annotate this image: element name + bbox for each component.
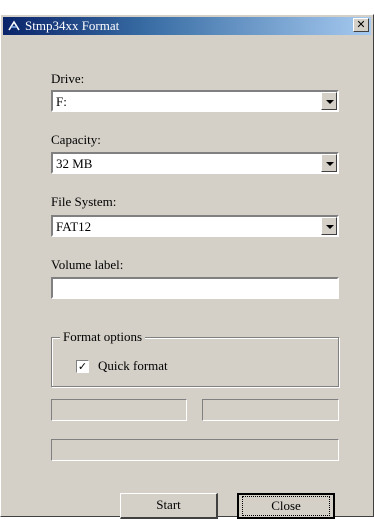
- drive-value: F:: [56, 94, 67, 109]
- window-title: Stmp34xx Format: [25, 18, 120, 33]
- drive-dropdown-button[interactable]: [321, 92, 337, 110]
- format-options-legend: Format options: [60, 329, 146, 345]
- format-options-group: Format options ✓ Quick format: [51, 329, 339, 387]
- chevron-down-icon: [326, 225, 334, 229]
- drive-select[interactable]: F:: [51, 90, 339, 112]
- quick-format-label[interactable]: Quick format: [98, 358, 168, 374]
- capacity-value: 32 MB: [56, 156, 93, 171]
- quick-format-checkbox[interactable]: ✓: [76, 360, 89, 373]
- filesystem-label: File System:: [51, 194, 117, 209]
- close-icon[interactable]: ✕: [353, 18, 369, 32]
- filesystem-select[interactable]: FAT12: [51, 215, 339, 237]
- start-button[interactable]: Start: [120, 493, 218, 519]
- volume-label-input[interactable]: [51, 277, 339, 299]
- stmp-app-icon: [8, 20, 20, 31]
- status-panel-left: [51, 399, 187, 421]
- capacity-dropdown-button[interactable]: [321, 154, 337, 172]
- volume-label: Volume label:: [51, 257, 124, 272]
- format-dialog: Stmp34xx Format ✕ Drive: F: Capacity: 32…: [0, 14, 374, 519]
- progress-bar: [51, 439, 339, 461]
- checkmark-icon: ✓: [77, 360, 88, 373]
- capacity-label: Capacity:: [51, 132, 101, 147]
- chevron-down-icon: [326, 162, 334, 166]
- filesystem-dropdown-button[interactable]: [321, 217, 337, 235]
- title-bar[interactable]: Stmp34xx Format ✕: [3, 17, 371, 35]
- capacity-select[interactable]: 32 MB: [51, 152, 339, 174]
- close-button[interactable]: Close: [237, 493, 335, 519]
- drive-label: Drive:: [51, 71, 85, 86]
- chevron-down-icon: [326, 100, 334, 104]
- filesystem-value: FAT12: [56, 219, 92, 234]
- close-button-label: Close: [242, 496, 330, 516]
- status-panel-right: [202, 399, 339, 421]
